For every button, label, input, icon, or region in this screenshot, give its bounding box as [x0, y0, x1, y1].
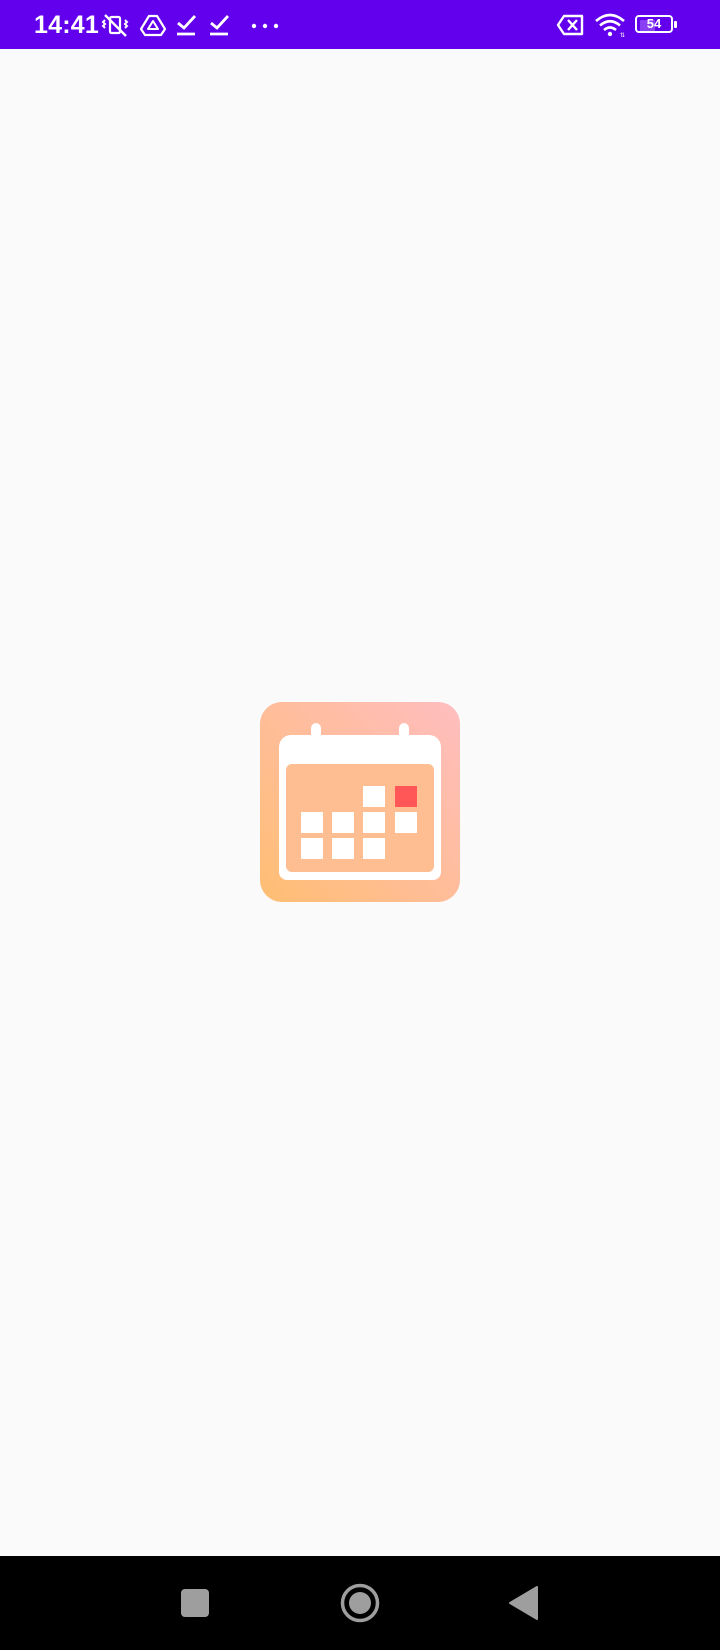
drive-icon [139, 12, 167, 38]
more-dots-icon [250, 12, 282, 38]
triangle-back-icon [509, 1586, 538, 1620]
check-icon [206, 12, 234, 38]
battery-level: 54 [646, 16, 662, 31]
recents-button[interactable] [168, 1576, 222, 1630]
status-time: 14:41 [34, 11, 99, 39]
home-button[interactable] [333, 1576, 387, 1630]
sim-x-icon [556, 12, 586, 38]
square-icon [181, 1589, 209, 1617]
vibrate-off-icon [101, 12, 129, 38]
svg-text:⇅: ⇅ [620, 33, 625, 38]
check-icon [173, 12, 201, 38]
back-button[interactable] [496, 1576, 550, 1630]
wifi-icon: ⇅ [594, 12, 626, 38]
circle-icon [340, 1583, 380, 1623]
battery-nub [674, 21, 677, 28]
splash-screen: 14:41 ⇅ 54 [0, 0, 720, 1650]
calendar-app-icon [260, 702, 460, 902]
navigation-bar [0, 1556, 720, 1650]
battery-icon: 54 [635, 15, 679, 35]
status-bar: 14:41 ⇅ 54 [0, 0, 720, 49]
